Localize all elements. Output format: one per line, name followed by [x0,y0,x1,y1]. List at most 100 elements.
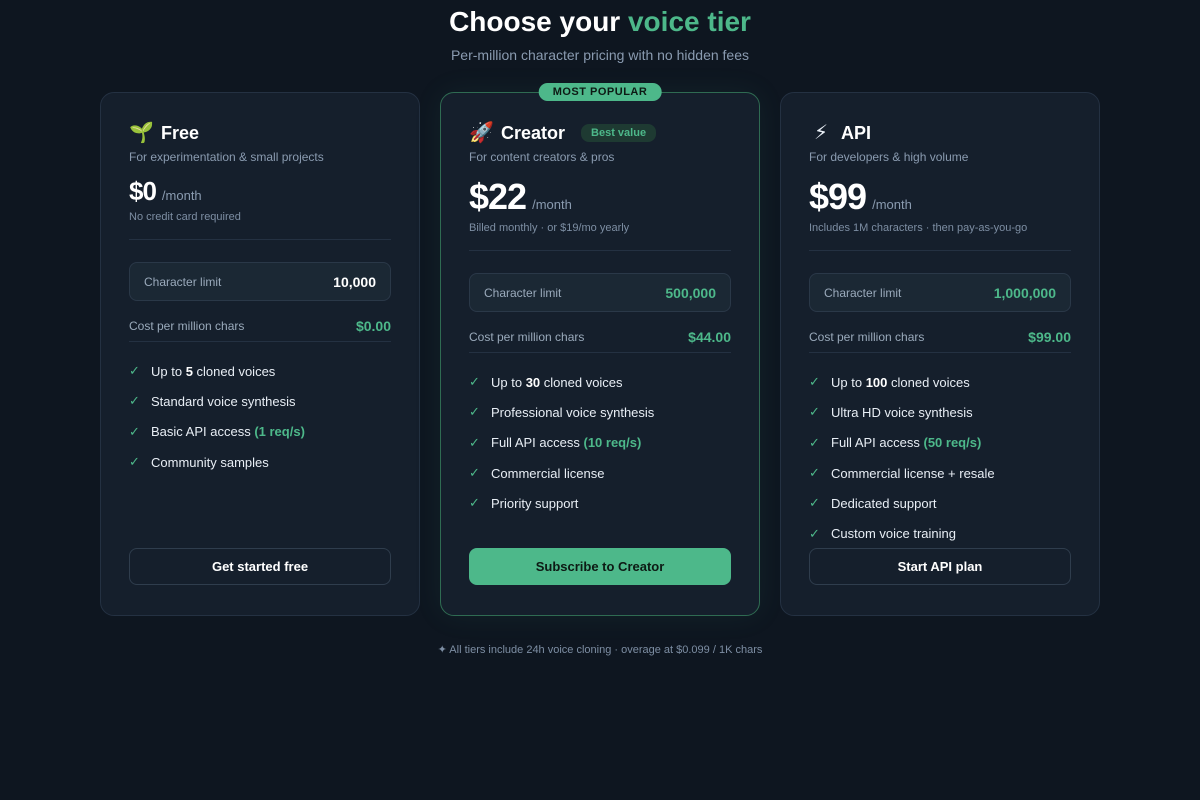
feature-item: ✓ Up to 100 cloned voices [809,367,1071,397]
page-title: Choose your voice tier [0,6,1200,38]
cost-value: $0.00 [355,318,391,334]
plan-price: $0 [129,176,157,206]
feature-text: Basic API access [151,424,255,440]
footer-note: ✦ All tiers include 24h voice cloning · … [437,644,763,656]
feature-item: ✓ Commercial license [469,458,731,488]
plan-description: For developers & high volume [809,150,969,164]
limit-label: Character limit [144,274,222,289]
feature-item: ✓ Standard voice synthesis [129,386,391,416]
check-icon: ✓ [469,465,480,481]
divider [469,250,731,251]
feature-item: ✓ Community samples [129,447,391,477]
check-icon: ✓ [809,404,820,420]
feature-text-post: cloned voices [192,363,276,379]
plan-name: Creator [501,122,566,143]
feature-text: Commercial license + resale [831,465,995,481]
feature-text-post: cloned voices [540,374,623,390]
cost-label: Cost per million chars [809,330,925,344]
feature-text: Standard voice synthesis [151,393,296,409]
feature-text: Custom voice training [831,526,956,542]
price-note: Includes 1M characters · then pay-as-you… [809,222,1028,234]
check-icon: ✓ [129,454,140,470]
get-started-free-button[interactable]: Get started free [129,548,391,585]
feature-text: Commercial license [491,465,605,481]
plan-card-api: ⚡ API For developers & high volume $99 /… [780,92,1100,616]
check-icon: ✓ [809,434,820,450]
price-note: Billed monthly · or $19/mo yearly [469,222,630,234]
plan-header: ⚡ API [809,121,1071,145]
pricing-header: Choose your voice tier Per-million chara… [0,6,1200,63]
feature-list: ✓ Up to 30 cloned voices ✓ Professional vo… [469,367,731,518]
subscribe-creator-button[interactable]: Subscribe to Creator [469,548,731,585]
feature-text: Priority support [491,495,579,511]
feature-highlight: (50 req/s) [923,435,982,451]
feature-item: ✓ Priority support [469,488,731,518]
check-icon: ✓ [809,495,820,511]
title-main: Choose your [449,6,621,37]
price-note: No credit card required [129,211,241,223]
feature-text-post: cloned voices [887,374,970,390]
check-icon: ✓ [809,525,820,541]
plan-description: For experimentation & small projects [129,150,324,164]
limit-label: Character limit [484,285,562,300]
feature-bold: 5 [185,363,193,379]
price-row: $0 /month [129,176,391,207]
feature-highlight: (1 req/s) [254,424,305,440]
cost-label: Cost per million chars [129,319,245,333]
cost-value: $44.00 [688,329,731,345]
title-accent: voice tier [627,6,751,37]
feature-list: ✓ Up to 5 cloned voices ✓ Standard voice s… [129,356,391,477]
feature-text: Professional voice synthesis [491,404,655,420]
feature-item: ✓ Dedicated support [809,488,1071,518]
feature-text: Dedicated support [831,495,937,511]
check-icon: ✓ [129,393,140,409]
check-icon: ✓ [129,363,140,379]
character-limit-box: Character limit 500,000 [469,273,731,312]
cost-row: Cost per million chars $0.00 [129,318,391,342]
feature-item: ✓ Basic API access (1 req/s) [129,417,391,447]
plan-description: For content creators & pros [469,150,615,164]
feature-item: ✓ Ultra HD voice synthesis [809,397,1071,427]
feature-item: ✓ Full API access (10 req/s) [469,428,731,458]
cost-row: Cost per million chars $99.00 [809,329,1071,353]
feature-highlight: (10 req/s) [583,435,642,451]
check-icon: ✓ [469,374,480,390]
most-popular-badge: MOST POPULAR [538,83,662,101]
check-icon: ✓ [809,465,820,481]
limit-value: 1,000,000 [993,284,1056,301]
feature-text: Community samples [151,454,269,470]
feature-text: Ultra HD voice synthesis [831,404,973,420]
character-limit-box: Character limit 1,000,000 [809,273,1071,312]
feature-bold: 30 [525,374,541,390]
character-limit-box: Character limit 10,000 [129,262,391,301]
price-period: /month [532,197,572,212]
divider [809,250,1071,251]
plan-name: Free [161,122,200,143]
best-value-tag: Best value [581,124,657,142]
feature-text: Up to [151,363,186,379]
feature-item: ✓ Custom voice training [809,518,1071,548]
cost-label: Cost per million chars [469,330,585,344]
check-icon: ✓ [469,495,480,511]
check-icon: ✓ [809,374,820,390]
feature-item: ✓ Up to 30 cloned voices [469,367,731,397]
pricing-page: Choose your voice tier Per-million chara… [0,0,1200,800]
limit-label: Character limit [824,285,902,300]
check-icon: ✓ [129,423,140,439]
price-row: $99 /month [809,176,1071,218]
rocket-icon: 🚀 [469,122,494,144]
plan-header: 🚀 Creator Best value [469,121,731,145]
feature-item: ✓ Commercial license + resale [809,458,1071,488]
feature-list: ✓ Up to 100 cloned voices ✓ Ultra HD voice… [809,367,1071,549]
plan-price: $99 [809,176,867,217]
feature-item: ✓ Professional voice synthesis [469,397,731,427]
feature-text: Up to [831,374,866,390]
start-api-plan-button[interactable]: Start API plan [809,548,1071,585]
plan-name: API [841,122,872,143]
cost-row: Cost per million chars $44.00 [469,329,731,353]
plan-card-creator: MOST POPULAR 🚀 Creator Best value For co… [440,83,760,616]
plan-price: $22 [469,176,527,217]
feature-item: ✓ Up to 5 cloned voices [129,356,391,386]
seedling-icon: 🌱 [129,122,154,144]
divider [129,239,391,240]
